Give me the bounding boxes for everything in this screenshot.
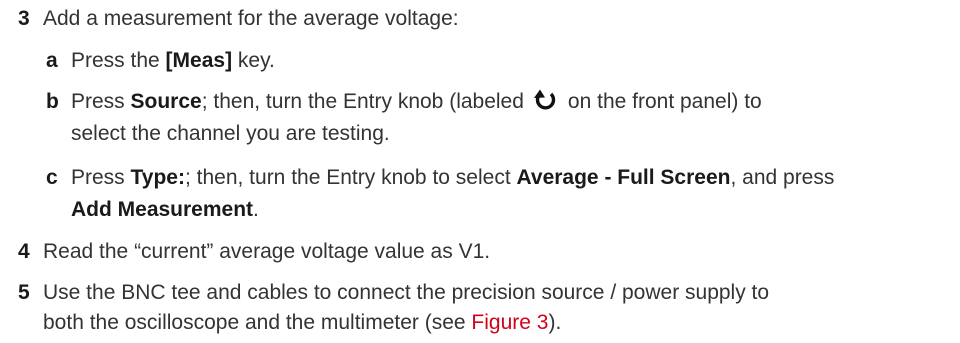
step-text: Add a measurement for the average voltag… [43,7,459,30]
substep-text-line2-post: . [253,198,259,221]
step-3: 3 Add a measurement for the average volt… [0,0,960,40]
substep-b: b Press Source; then, turn the Entry kno… [0,81,960,151]
substep-text-pre: Press [71,166,131,189]
entry-knob-icon [532,87,558,113]
substep-letter: b [46,90,59,113]
substep-text-line2: select the channel you are testing. [71,122,390,145]
substep-text-mid: ; then, turn the Entry knob to select [184,166,517,189]
substep-text-post: , and press [730,166,835,189]
step-5: 5 Use the BNC tee and cables to connect … [0,274,960,343]
meas-key-label: [Meas] [165,49,233,72]
figure-3-link[interactable]: Figure 3 [471,311,548,334]
step-4: 4 Read the “current” average voltage val… [0,233,960,273]
substep-c: c Press Type:; then, turn the Entry knob… [0,156,960,226]
step-text-line2: both the oscilloscope and the multimeter… [43,307,561,339]
substep-text-mid: ; then, turn the Entry knob (labeled [201,90,524,113]
substep-text-post: key. [232,49,275,72]
substep-text: Press Type:; then, turn the Entry knob t… [71,162,834,194]
substep-text-pre: Press the [71,49,166,72]
add-measurement-label: Add Measurement [71,198,254,221]
source-softkey-label: Source [130,90,202,113]
type-softkey-label: Type: [130,166,185,189]
document-page: 3 Add a measurement for the average volt… [0,0,960,343]
step-text: Use the BNC tee and cables to connect th… [43,281,770,304]
substep-text: Press the [Meas] key. [71,45,275,77]
step-text-line2-post: ). [548,311,562,334]
step-text: Read the “current” average voltage value… [43,240,491,263]
step-text-line2-pre: both the oscilloscope and the multimeter… [43,311,472,334]
substep-text-pre: Press [71,90,131,113]
substep-a: a Press the [Meas] key. [0,40,960,80]
substep-text-post: on the front panel) to [567,90,762,113]
average-full-screen-label: Average - Full Screen [516,166,731,189]
substep-text-line2: Add Measurement. [71,194,259,226]
substep-letter: a [46,49,58,72]
step-number: 4 [18,240,30,263]
substep-letter: c [46,166,58,189]
step-number: 5 [18,281,30,304]
substep-text: Press Source; then, turn the Entry knob … [71,86,762,118]
step-number: 3 [18,7,30,30]
